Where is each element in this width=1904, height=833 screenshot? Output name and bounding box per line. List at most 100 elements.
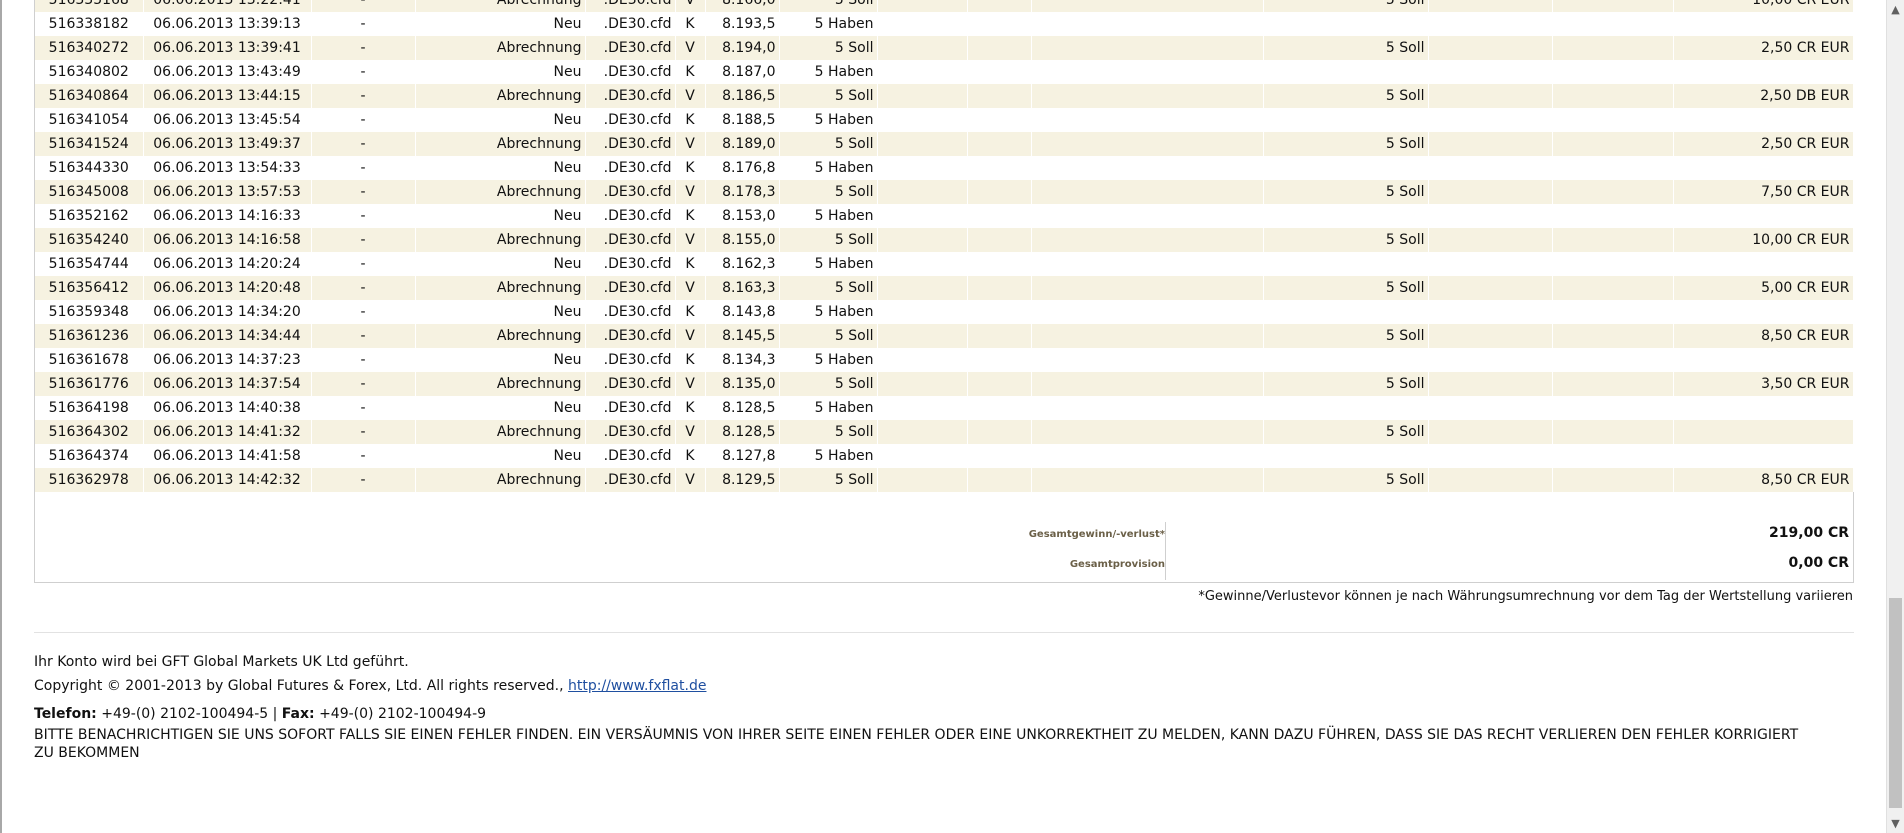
cell-type: Abrechnung <box>415 372 586 396</box>
cell-amount: 8,50 CR EUR <box>1673 468 1854 492</box>
cell-quantity-settle <box>1263 12 1429 36</box>
cell-empty <box>967 300 1032 324</box>
cell-datetime: 06.06.2013 14:40:38 <box>143 396 312 420</box>
cell-empty <box>1428 0 1553 12</box>
cell-empty <box>1552 0 1674 12</box>
cell-empty <box>877 348 968 372</box>
cell-price: 8.128,5 <box>705 396 780 420</box>
chevron-up-icon[interactable]: ▲ <box>1890 4 1901 15</box>
cell-empty <box>877 324 968 348</box>
cell-amount <box>1673 420 1854 444</box>
table-row: 516364198 06.06.2013 14:40:38- Neu .DE30.cf… <box>35 396 1854 420</box>
cell-quantity-settle: 5 Soll <box>1263 36 1429 60</box>
cell-quantity: 5 Soll <box>779 420 878 444</box>
cell-empty <box>1552 372 1674 396</box>
cell-dash: - <box>311 276 416 300</box>
cell-dash: - <box>311 84 416 108</box>
cell-datetime: 06.06.2013 14:20:48 <box>143 276 312 300</box>
table-row: 516356412 06.06.2013 14:20:48- Abrechnung.… <box>35 276 1854 300</box>
cell-price: 8.166,0 <box>705 0 780 12</box>
totals-divider <box>1165 522 1166 580</box>
cell-dash: - <box>311 468 416 492</box>
cell-datetime: 06.06.2013 14:16:33 <box>143 204 312 228</box>
cell-empty <box>877 204 968 228</box>
table-row: 516335168 06.06.2013 13:22:41- Abrechnung.… <box>35 0 1854 12</box>
table-row: 516354240 06.06.2013 14:16:58- Abrechnung.… <box>35 228 1854 252</box>
cell-empty <box>1428 324 1553 348</box>
cell-amount <box>1673 348 1854 372</box>
cell-quantity-settle: 5 Soll <box>1263 468 1429 492</box>
cell-price: 8.193,5 <box>705 12 780 36</box>
cell-dash: - <box>311 444 416 468</box>
cell-price: 8.187,0 <box>705 60 780 84</box>
cell-empty <box>1031 396 1264 420</box>
chevron-down-icon[interactable]: ▼ <box>1890 818 1901 829</box>
cell-type: Abrechnung <box>415 324 586 348</box>
cell-amount: 2,50 CR EUR <box>1673 36 1854 60</box>
cell-empty <box>1552 12 1674 36</box>
cell-dash: - <box>311 300 416 324</box>
transactions-report: 516335168 06.06.2013 13:22:41- Abrechnung.… <box>34 0 1854 583</box>
cell-dash: - <box>311 12 416 36</box>
cell-price: 8.135,0 <box>705 372 780 396</box>
cell-quantity: 5 Soll <box>779 372 878 396</box>
cell-quantity: 5 Soll <box>779 36 878 60</box>
cell-quantity-settle: 5 Soll <box>1263 420 1429 444</box>
cell-order-id: 516345008 <box>35 180 144 204</box>
cell-type: Abrechnung <box>415 180 586 204</box>
cell-empty <box>1428 348 1553 372</box>
cell-empty <box>1428 180 1553 204</box>
cell-type: Neu <box>415 300 586 324</box>
transactions-table-wrap: 516335168 06.06.2013 13:22:41- Abrechnung.… <box>35 0 1854 492</box>
cell-amount <box>1673 396 1854 420</box>
cell-empty <box>877 60 968 84</box>
cell-empty <box>1031 348 1264 372</box>
cell-order-id: 516354744 <box>35 252 144 276</box>
cell-datetime: 06.06.2013 13:57:53 <box>143 180 312 204</box>
cell-quantity: 5 Haben <box>779 396 878 420</box>
cell-datetime: 06.06.2013 13:49:37 <box>143 132 312 156</box>
cell-order-id: 516361678 <box>35 348 144 372</box>
cell-symbol: .DE30.cfd <box>585 204 676 228</box>
fxflat-link[interactable]: http://www.fxflat.de <box>568 678 706 694</box>
total-commission-value: 0,00 CR <box>1788 555 1849 571</box>
cell-empty <box>967 36 1032 60</box>
cell-side: K <box>675 108 706 132</box>
cell-symbol: .DE30.cfd <box>585 36 676 60</box>
cell-empty <box>1031 60 1264 84</box>
cell-datetime: 06.06.2013 13:45:54 <box>143 108 312 132</box>
cell-dash: - <box>311 348 416 372</box>
cell-price: 8.127,8 <box>705 444 780 468</box>
cell-type: Neu <box>415 396 586 420</box>
cell-empty <box>1031 444 1264 468</box>
cell-quantity: 5 Soll <box>779 324 878 348</box>
cell-quantity-settle <box>1263 252 1429 276</box>
cell-empty <box>1552 204 1674 228</box>
cell-quantity: 5 Haben <box>779 204 878 228</box>
cell-dash: - <box>311 36 416 60</box>
cell-empty <box>877 420 968 444</box>
table-row: 516340864 06.06.2013 13:44:15- Abrechnung.… <box>35 84 1854 108</box>
scrollbar-thumb[interactable] <box>1889 598 1902 808</box>
page-footer: Ihr Konto wird bei GFT Global Markets UK… <box>34 650 1854 762</box>
cell-empty <box>1031 468 1264 492</box>
cell-amount <box>1673 12 1854 36</box>
cell-side: V <box>675 84 706 108</box>
cell-amount: 2,50 CR EUR <box>1673 132 1854 156</box>
cell-order-id: 516341524 <box>35 132 144 156</box>
cell-side: K <box>675 12 706 36</box>
cell-price: 8.176,8 <box>705 156 780 180</box>
cell-datetime: 06.06.2013 14:37:54 <box>143 372 312 396</box>
cell-side: V <box>675 468 706 492</box>
cell-empty <box>877 276 968 300</box>
cell-type: Abrechnung <box>415 468 586 492</box>
vertical-scrollbar[interactable]: ▲ ▼ <box>1886 0 1904 833</box>
cell-quantity: 5 Soll <box>779 180 878 204</box>
cell-price: 8.162,3 <box>705 252 780 276</box>
cell-dash: - <box>311 420 416 444</box>
cell-empty <box>967 444 1032 468</box>
cell-empty <box>1428 444 1553 468</box>
cell-empty <box>877 108 968 132</box>
error-warning: BITTE BENACHRICHTIGEN SIE UNS SOFORT FAL… <box>34 727 1799 761</box>
cell-empty <box>1552 396 1674 420</box>
